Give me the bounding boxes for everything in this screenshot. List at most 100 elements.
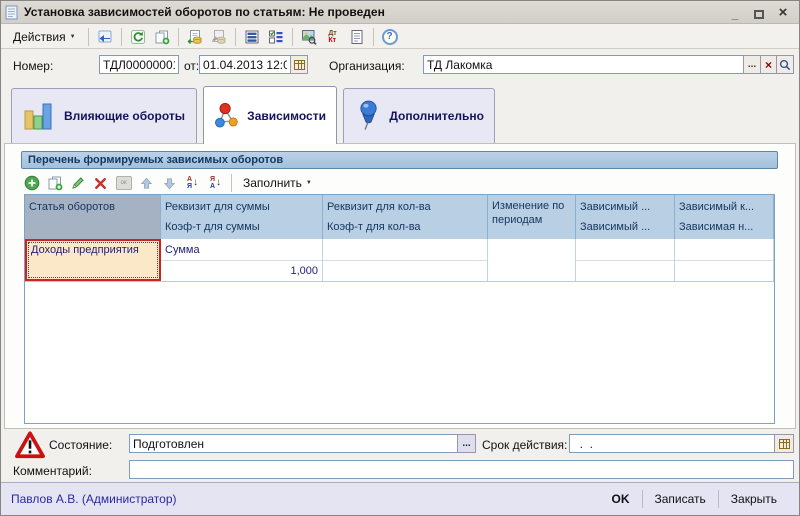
current-user: Павлов А.В. (Администратор)	[11, 492, 177, 506]
table-row[interactable]: Доходы предприятия Сумма 1,000	[25, 239, 774, 282]
number-input[interactable]	[99, 55, 179, 74]
comment-label: Комментарий:	[13, 464, 92, 478]
state-select-button[interactable]: ...	[457, 434, 476, 453]
pushpin-icon	[354, 97, 381, 135]
column-header-dependent-2[interactable]: Зависимый к... Зависимая н...	[675, 195, 774, 239]
cell-sum[interactable]: Сумма 1,000	[161, 239, 323, 281]
tab-strip: Влияющие обороты Зависимости Дополнитель…	[5, 86, 795, 144]
grid-toolbar: ок А Я ↓	[21, 172, 318, 194]
calendar-icon	[294, 60, 305, 70]
list-section-header: Перечень формируемых зависимых оборотов	[21, 151, 778, 169]
sort-ascending-button[interactable]: А Я ↓	[182, 173, 203, 193]
copy-new-icon	[154, 29, 170, 45]
toolbar-separator	[88, 28, 89, 46]
organization-clear-button[interactable]: ×	[760, 55, 777, 74]
cell-article-selected[interactable]: Доходы предприятия	[25, 239, 161, 281]
edit-icon	[70, 175, 86, 191]
related-info-icon	[301, 29, 317, 45]
end-edit-icon: ок	[116, 176, 132, 190]
toolbar-separator	[292, 28, 293, 46]
close-button[interactable]: ×	[775, 5, 791, 19]
move-up-button[interactable]	[136, 173, 157, 193]
delete-row-button[interactable]	[90, 173, 111, 193]
save-button[interactable]: Записать	[643, 489, 718, 509]
document-register-button[interactable]	[346, 27, 368, 47]
delete-icon	[93, 176, 108, 191]
window-title: Установка зависимостей оборотов по стать…	[24, 5, 385, 19]
dependencies-tab-panel: Перечень формируемых зависимых оборотов	[4, 143, 796, 429]
validity-calendar-button[interactable]	[774, 434, 794, 453]
tab-dependencies[interactable]: Зависимости	[203, 86, 337, 144]
maximize-icon	[754, 10, 764, 19]
tab-additional[interactable]: Дополнительно	[343, 88, 495, 143]
move-down-button[interactable]	[159, 173, 180, 193]
state-label: Состояние:	[49, 438, 112, 452]
close-form-button[interactable]: Закрыть	[719, 489, 789, 509]
document-icon	[5, 5, 19, 20]
refresh-icon	[130, 29, 146, 45]
undo-posting-button[interactable]	[208, 27, 230, 47]
ok-button[interactable]: OK	[600, 489, 642, 509]
tab-label: Дополнительно	[389, 109, 484, 123]
sort-descending-button[interactable]: Я А ↓	[205, 173, 226, 193]
tab-label: Влияющие обороты	[64, 109, 185, 123]
actions-menu-button[interactable]: Действия ▼	[6, 27, 83, 47]
column-header-period-change[interactable]: Изменение по периодам	[488, 195, 576, 239]
warning-icon	[15, 431, 45, 459]
validity-label: Срок действия:	[482, 438, 567, 452]
warning-area	[15, 431, 45, 464]
tab-influencing-turnovers[interactable]: Влияющие обороты	[11, 88, 197, 143]
column-header-dependent-1[interactable]: Зависимый ... Зависимый ...	[576, 195, 675, 239]
debit-credit-icon: Дт Кт	[328, 30, 336, 44]
list-rows-button[interactable]	[241, 27, 263, 47]
cell-period-change[interactable]	[488, 239, 576, 281]
state-input[interactable]	[129, 434, 458, 453]
organization-open-button[interactable]	[776, 55, 794, 74]
copy-add-icon	[47, 175, 63, 191]
comment-input[interactable]	[129, 460, 794, 479]
sort-desc-icon: Я А ↓	[210, 176, 221, 190]
actions-menu-label: Действия	[13, 30, 66, 44]
column-header-qty-requisite[interactable]: Реквизит для кол-ва Коэф-т для кол-ва	[323, 195, 488, 239]
fill-menu-button[interactable]: Заполнить ▼	[237, 176, 318, 190]
move-down-icon	[162, 176, 177, 191]
organization-input[interactable]	[423, 55, 744, 74]
grid-empty-area	[25, 282, 774, 423]
date-input[interactable]	[199, 55, 291, 74]
cell-dependent-1[interactable]	[576, 239, 675, 281]
document-window: Установка зависимостей оборотов по стать…	[0, 0, 800, 516]
copy-new-button[interactable]	[151, 27, 173, 47]
cell-qty[interactable]	[323, 239, 488, 281]
column-header-article[interactable]: Статья оборотов	[25, 195, 161, 239]
tab-label: Зависимости	[247, 109, 326, 123]
post-document-button[interactable]	[184, 27, 206, 47]
footer-bar: Павлов А.В. (Администратор) OK Записать …	[1, 482, 799, 515]
organization-select-button[interactable]: ...	[743, 55, 761, 74]
refresh-button[interactable]	[127, 27, 149, 47]
cell-dependent-2[interactable]	[675, 239, 774, 281]
edit-row-button[interactable]	[67, 173, 88, 193]
list-settings-icon	[268, 29, 284, 45]
add-row-button[interactable]	[21, 173, 42, 193]
debit-credit-button[interactable]: Дт Кт	[322, 27, 344, 47]
toolbar-separator	[121, 28, 122, 46]
related-info-button[interactable]	[298, 27, 320, 47]
move-up-icon	[139, 176, 154, 191]
fill-menu-label: Заполнить	[243, 176, 302, 190]
list-settings-button[interactable]	[265, 27, 287, 47]
date-calendar-button[interactable]	[290, 55, 308, 74]
help-icon: ?	[382, 29, 398, 45]
validity-input[interactable]	[569, 434, 775, 453]
minimize-button[interactable]: _	[727, 5, 743, 19]
toolbar-separator	[178, 28, 179, 46]
main-toolbar: Действия ▼	[1, 25, 799, 49]
undo-posting-icon	[211, 29, 227, 45]
toolbar-separator	[373, 28, 374, 46]
copy-row-button[interactable]	[44, 173, 65, 193]
column-header-sum-requisite[interactable]: Реквизит для суммы Коэф-т для суммы	[161, 195, 323, 239]
magnifier-icon	[779, 59, 791, 71]
end-edit-button[interactable]: ок	[113, 173, 134, 193]
help-button[interactable]: ?	[379, 27, 401, 47]
maximize-button[interactable]	[751, 5, 767, 19]
navigate-back-button[interactable]	[94, 27, 116, 47]
